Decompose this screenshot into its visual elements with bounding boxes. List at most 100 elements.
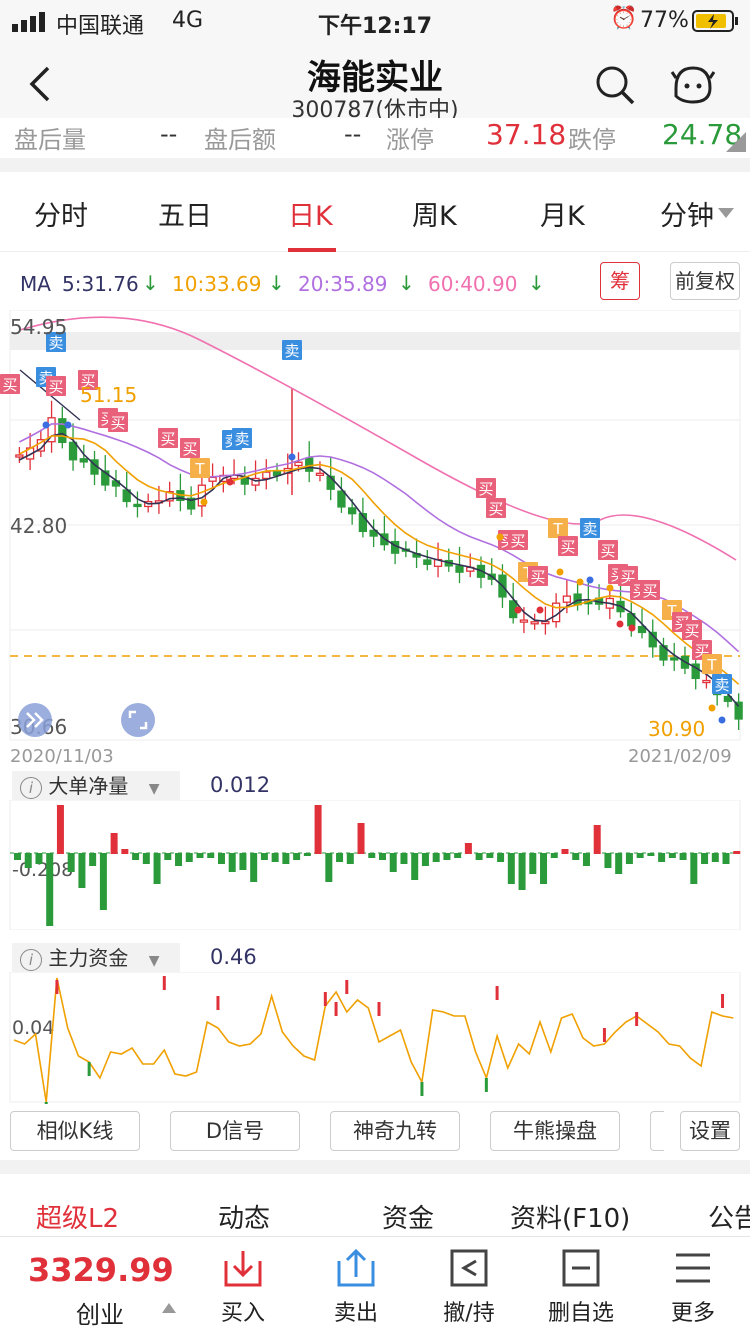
signal-tag-label: T (194, 460, 205, 478)
big-order-bar (336, 853, 344, 862)
big-order-bar (647, 853, 655, 856)
big-order-bar (282, 853, 290, 864)
big-order-bar (303, 853, 311, 856)
signal-tag-label: 卖 (582, 520, 597, 538)
settings-button[interactable]: 设置 (680, 1111, 740, 1151)
signal-tag-label: 买 (560, 538, 575, 556)
signal-tag-label: 买 (530, 568, 545, 586)
big-order-bar (196, 853, 204, 858)
big-order-chart[interactable]: -0.208 (0, 800, 750, 930)
tab-intraday[interactable]: 分时 (34, 194, 88, 233)
signal-dot (708, 704, 716, 712)
big-order-bar (432, 853, 440, 862)
search-icon[interactable] (594, 64, 636, 106)
buy-button[interactable]: 买入 (198, 1247, 288, 1327)
big-order-bar (357, 823, 365, 854)
dropdown-icon (718, 208, 734, 218)
big-order-bar (346, 853, 354, 864)
big-order-bar (293, 853, 301, 860)
big-order-bar (99, 853, 107, 910)
remove-watchlist-button[interactable]: 删自选 (536, 1247, 626, 1327)
signal-dot (556, 568, 564, 576)
info-icon: i (20, 948, 42, 971)
candle-body (305, 457, 314, 472)
big-order-bar (540, 853, 548, 884)
index-name[interactable]: 创业 (76, 1295, 124, 1330)
tab-funds[interactable]: 资金 (382, 1198, 434, 1235)
big-order-bar (228, 853, 236, 872)
tab-news[interactable]: 动态 (218, 1198, 270, 1235)
collapse-left-icon[interactable] (18, 703, 52, 737)
big-order-bar (46, 853, 54, 926)
tab-minute[interactable]: 分钟 (660, 194, 714, 233)
signal-dot (200, 498, 208, 506)
signal-tag-label: T (706, 656, 717, 674)
more-button[interactable]: 更多 (648, 1247, 738, 1327)
cancel-hold-button[interactable]: 撤/持 (424, 1247, 514, 1327)
signal-tag-label: 买 (160, 430, 175, 448)
remove-watchlist-icon (562, 1249, 600, 1287)
tab-five-day[interactable]: 五日 (158, 194, 212, 233)
big-order-bar (325, 853, 333, 882)
kline-chart[interactable]: 卖卖卖买买买买买买T卖卖买买买买T买T买卖买买买买买T买买买T卖买 54.95 … (0, 310, 750, 770)
customer-service-icon[interactable] (668, 62, 718, 110)
indicator1-title[interactable]: i 大单净量 ▼ (12, 771, 180, 801)
info-icon: i (20, 776, 42, 799)
signal-tag-label: T (552, 520, 563, 538)
similar-kline-button[interactable]: 相似K线 (10, 1111, 140, 1151)
tab-f10[interactable]: 资料(F10) (510, 1198, 630, 1235)
signal-dot (64, 421, 72, 429)
big-order-bar (443, 853, 451, 860)
signal-dot (718, 716, 726, 724)
period-tabs: 分时 五日 日K 周K 月K 分钟 (0, 172, 750, 252)
big-order-bar (110, 833, 118, 854)
bull-bear-button[interactable]: 牛熊操盘 (490, 1111, 620, 1151)
tab-super-l2[interactable]: 超级L2 (36, 1198, 119, 1235)
indicator2-value: 0.46 (210, 945, 257, 969)
big-order-bar (314, 805, 322, 854)
index-value[interactable]: 3329.99 (28, 1251, 174, 1289)
indicator1-axis-label: -0.208 (12, 859, 73, 881)
remove-watchlist-label: 删自选 (547, 1301, 614, 1326)
cancel-hold-icon (450, 1249, 488, 1287)
big-order-bar (207, 853, 215, 858)
buy-icon (224, 1251, 262, 1287)
tab-daily-k[interactable]: 日K (288, 194, 333, 233)
expand-corner-icon[interactable] (726, 132, 746, 152)
big-order-bar (175, 853, 183, 866)
signal-dot (514, 606, 522, 614)
candle-body (530, 621, 539, 625)
big-order-bar (561, 849, 569, 854)
indicator2-name: 主力资金 (48, 946, 129, 970)
sell-button[interactable]: 卖出 (311, 1247, 401, 1327)
hidden-tool-button[interactable] (650, 1111, 664, 1151)
stock-header: 海能实业 300787(休市中) (0, 42, 750, 128)
big-order-bar (121, 849, 129, 854)
big-order-bar (239, 853, 247, 870)
buy-label: 买入 (220, 1301, 265, 1326)
indicator2-title[interactable]: i 主力资金 ▼ (12, 943, 180, 973)
ma-legend: MA 5:31.76 ↓ 10:33.69 ↓ 20:35.89 ↓ 60:40… (0, 262, 750, 304)
adjust-button[interactable]: 前复权 (670, 262, 740, 300)
chip-button[interactable]: 筹 (600, 262, 640, 300)
magic-nine-button[interactable]: 神奇九转 (330, 1111, 460, 1151)
big-order-bar (668, 853, 676, 858)
y-tick-mid: 42.80 (10, 514, 67, 538)
fullscreen-icon[interactable] (121, 703, 155, 737)
big-order-bar (679, 853, 687, 860)
signal-tag-label: 买 (600, 542, 615, 560)
big-order-bar (35, 853, 43, 864)
main-fund-chart[interactable]: 0.04 (0, 972, 750, 1104)
tab-announcements[interactable]: 公告 (708, 1198, 750, 1235)
menu-icon (676, 1253, 710, 1283)
candle-body (519, 619, 529, 623)
big-order-bar (78, 853, 86, 888)
tab-monthly-k[interactable]: 月K (540, 194, 585, 233)
big-order-bar (475, 853, 483, 860)
tab-weekly-k[interactable]: 周K (412, 194, 457, 233)
candle-body (702, 679, 711, 684)
d-signal-button[interactable]: D信号 (170, 1111, 300, 1151)
caret-up-icon[interactable] (162, 1303, 176, 1313)
signal-dot (226, 478, 234, 486)
candle-body (262, 471, 271, 480)
